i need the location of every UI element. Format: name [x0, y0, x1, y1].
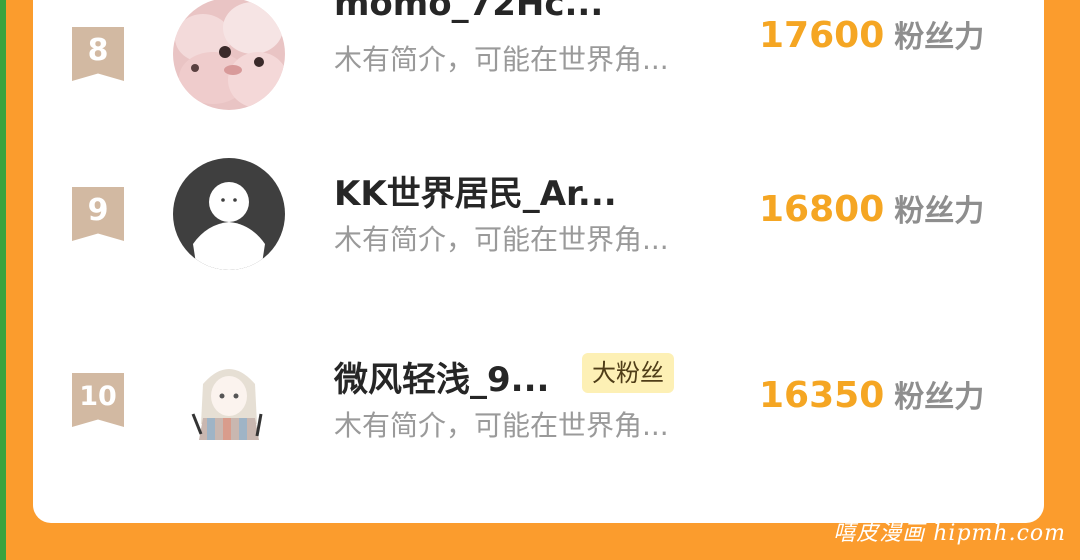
rank-ribbon: 8: [72, 27, 124, 81]
avatar[interactable]: [173, 158, 285, 270]
rank-ribbon: 9: [72, 187, 124, 241]
fan-power: 17600 粉丝力: [759, 12, 984, 56]
ranking-row[interactable]: 8 momo_72Hc... 木有简介，可能在世界角... 17600 粉丝力: [33, 0, 1044, 110]
default-person-avatar-icon: [173, 158, 285, 270]
fan-power-unit: 粉丝力: [894, 194, 985, 229]
user-name[interactable]: momo_72Hc...: [334, 0, 603, 24]
rank-ribbon: 10: [72, 373, 124, 427]
user-bio: 木有简介，可能在世界角...: [334, 43, 669, 76]
fan-power-value: 17600: [759, 15, 885, 56]
big-fan-badge: 大粉丝: [582, 353, 674, 393]
user-name[interactable]: 微风轻浅_9...: [334, 352, 549, 401]
user-name[interactable]: KK世界居民_Ar...: [334, 166, 617, 215]
fan-power-unit: 粉丝力: [894, 380, 985, 415]
ranking-row[interactable]: 9 KK世界居民_Ar... 木有简介，可能在世界角... 16800 粉丝力: [33, 158, 1044, 270]
fan-power-unit: 粉丝力: [894, 20, 985, 55]
left-edge-strip: [0, 0, 6, 560]
rank-number: 8: [87, 33, 109, 68]
fan-power: 16800 粉丝力: [759, 186, 984, 230]
ranking-row[interactable]: 10 微风轻浅_9... 大粉丝 木有简介，可能在世界角... 16350 粉丝力: [33, 344, 1044, 456]
fan-ranking-card: 8 momo_72Hc... 木有简介，可能在世界角... 17600 粉丝力 9: [33, 0, 1044, 523]
anime-girl-avatar-icon: [173, 344, 285, 456]
plush-toy-avatar-icon: [173, 0, 285, 110]
rank-number: 9: [87, 193, 109, 228]
user-bio: 木有简介，可能在世界角...: [334, 409, 669, 442]
user-bio: 木有简介，可能在世界角...: [334, 223, 669, 256]
avatar[interactable]: [173, 0, 285, 110]
watermark: 嘻皮漫画 hipmh.com: [833, 521, 1066, 546]
rank-number: 10: [79, 381, 117, 412]
avatar[interactable]: [173, 344, 285, 456]
fan-power-value: 16350: [759, 375, 885, 416]
fan-power: 16350 粉丝力: [759, 372, 984, 416]
fan-power-value: 16800: [759, 189, 885, 230]
